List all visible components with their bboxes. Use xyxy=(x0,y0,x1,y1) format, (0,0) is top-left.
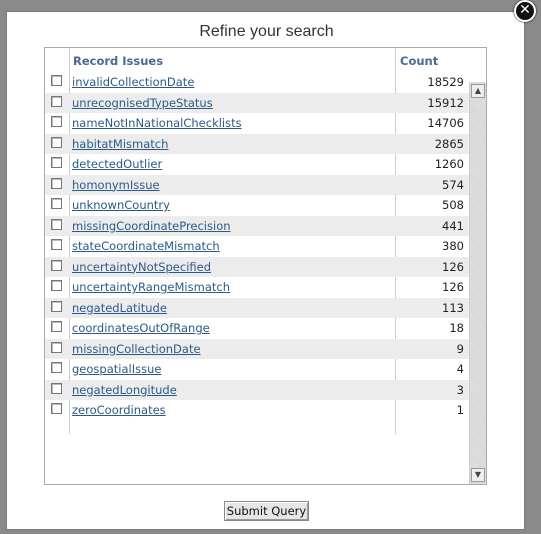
table-row: homonymIssue 574 xyxy=(45,174,469,195)
issue-count: 18 xyxy=(449,321,464,335)
dialog-title: Refine your search xyxy=(199,23,334,40)
row-checkbox[interactable] xyxy=(51,136,62,148)
scroll-up-arrow-icon[interactable]: ▲ xyxy=(471,84,485,98)
table-row: coordinatesOutOfRange 18 xyxy=(45,318,469,339)
table-row: stateCoordinateMismatch 380 xyxy=(45,236,469,257)
issue-count: 126 xyxy=(442,259,464,274)
table-row: unknownCountry 508 xyxy=(45,195,469,216)
row-checkbox[interactable] xyxy=(51,259,62,271)
issue-count: 1260 xyxy=(434,157,464,171)
issue-link[interactable]: missingCoordinatePrecision xyxy=(72,219,231,233)
row-checkbox[interactable] xyxy=(51,218,62,230)
row-checkbox[interactable] xyxy=(51,239,62,250)
issue-link[interactable]: geospatialIssue xyxy=(72,362,161,376)
issue-count: 18529 xyxy=(427,75,464,89)
record-issues-header: Record Issues xyxy=(73,54,164,68)
table-row: negatedLongitude 3 xyxy=(45,379,469,400)
table-row: detectedOutlier 1260 xyxy=(45,154,469,175)
issue-link[interactable]: zeroCoordinates xyxy=(72,403,166,417)
table-row: geospatialIssue 4 xyxy=(45,359,469,380)
issue-link[interactable]: negatedLongitude xyxy=(72,383,177,397)
issue-link[interactable]: missingCollectionDate xyxy=(72,342,201,356)
row-checkbox[interactable] xyxy=(51,382,62,394)
close-icon[interactable]: ✕ xyxy=(514,0,536,22)
issue-link[interactable]: negatedLatitude xyxy=(72,301,167,315)
table-row: habitatMismatch 2865 xyxy=(45,133,469,154)
issue-count: 508 xyxy=(442,198,464,212)
count-header: Count xyxy=(400,54,439,68)
issue-count: 3 xyxy=(456,382,464,397)
row-checkbox[interactable] xyxy=(51,157,62,168)
row-checkbox[interactable] xyxy=(51,75,62,86)
table-row: zeroCoordinates 1 xyxy=(45,400,469,421)
table-row: uncertaintyRangeMismatch 126 xyxy=(45,277,469,298)
issue-link[interactable]: nameNotInNationalChecklists xyxy=(72,116,242,130)
issue-count: 113 xyxy=(442,300,464,315)
table-row: invalidCollectionDate 18529 xyxy=(45,72,469,93)
issue-count: 1 xyxy=(456,403,464,417)
table-row: nameNotInNationalChecklists 14706 xyxy=(45,113,469,134)
refine-search-dialog: Refine your search Record Issues Count i… xyxy=(6,11,525,530)
vertical-scrollbar[interactable]: ▲ ▼ xyxy=(469,82,486,484)
issue-count: 126 xyxy=(442,280,464,294)
issue-count: 574 xyxy=(442,177,464,192)
row-checkbox[interactable] xyxy=(51,116,62,127)
row-checkbox[interactable] xyxy=(51,95,62,107)
row-checkbox[interactable] xyxy=(51,362,62,373)
row-checkbox[interactable] xyxy=(51,198,62,209)
issue-count: 14706 xyxy=(427,116,464,130)
issue-link[interactable]: homonymIssue xyxy=(72,178,160,192)
table-row: negatedLatitude 113 xyxy=(45,297,469,318)
issue-link[interactable]: coordinatesOutOfRange xyxy=(72,321,210,335)
row-checkbox[interactable] xyxy=(51,321,62,332)
row-checkbox[interactable] xyxy=(51,300,62,312)
issue-count: 380 xyxy=(442,239,464,253)
issue-rows: invalidCollectionDate 18529 unrecognisedTy… xyxy=(45,72,469,421)
issue-count: 2865 xyxy=(434,136,464,151)
record-issues-list: Record Issues Count invalidCollectionDat… xyxy=(44,47,487,485)
submit-query-button[interactable]: Submit Query xyxy=(224,501,309,521)
issue-link[interactable]: unknownCountry xyxy=(72,198,170,212)
row-checkbox[interactable] xyxy=(51,341,62,353)
table-row: unrecognisedTypeStatus 15912 xyxy=(45,92,469,113)
issue-link[interactable]: unrecognisedTypeStatus xyxy=(72,96,213,110)
issue-link[interactable]: stateCoordinateMismatch xyxy=(72,239,220,253)
issue-link[interactable]: detectedOutlier xyxy=(72,157,162,171)
issue-count: 15912 xyxy=(427,95,464,110)
row-checkbox[interactable] xyxy=(51,177,62,189)
row-checkbox[interactable] xyxy=(51,280,62,291)
issue-link[interactable]: habitatMismatch xyxy=(72,137,168,151)
scroll-down-arrow-icon[interactable]: ▼ xyxy=(471,468,485,482)
table-header: Record Issues Count xyxy=(45,48,469,72)
table-row: missingCollectionDate 9 xyxy=(45,338,469,359)
issue-link[interactable]: invalidCollectionDate xyxy=(72,75,194,89)
issue-link[interactable]: uncertaintyNotSpecified xyxy=(72,260,211,274)
issue-link[interactable]: uncertaintyRangeMismatch xyxy=(72,280,230,294)
table-row: missingCoordinatePrecision 441 xyxy=(45,215,469,236)
row-checkbox[interactable] xyxy=(51,403,62,414)
issue-count: 4 xyxy=(456,362,464,376)
issue-count: 441 xyxy=(442,218,464,233)
table-row: uncertaintyNotSpecified 126 xyxy=(45,256,469,277)
issue-count: 9 xyxy=(456,341,464,356)
